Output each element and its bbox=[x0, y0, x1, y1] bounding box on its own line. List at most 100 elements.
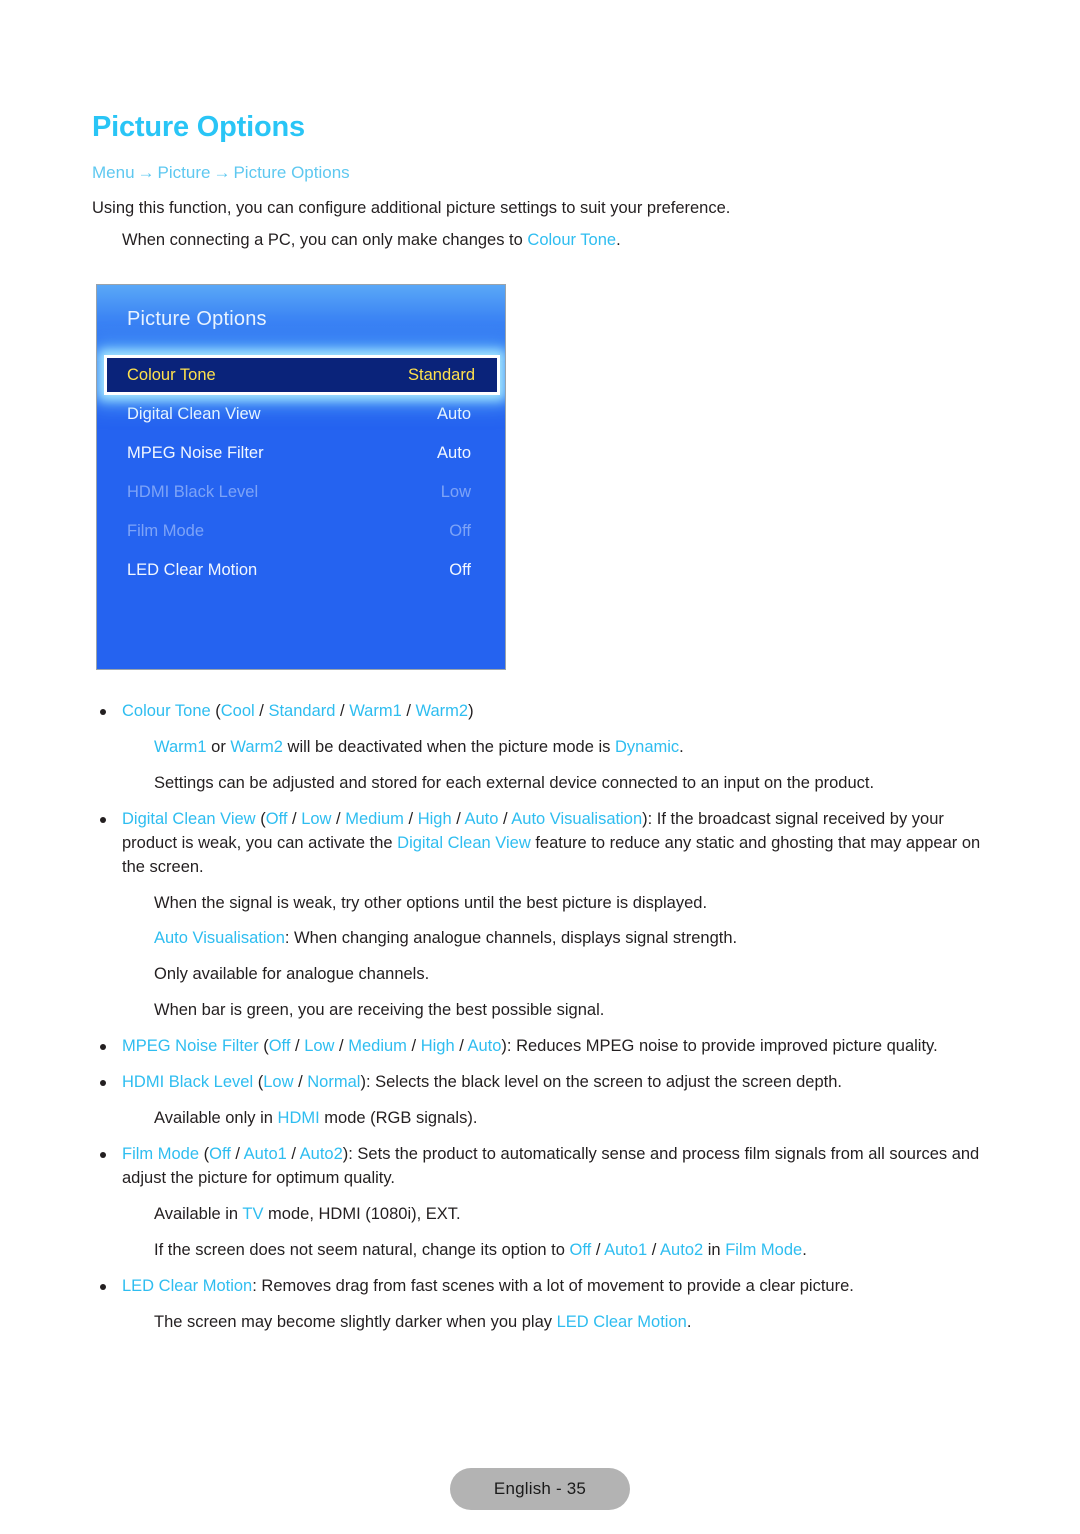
osd-header-title: Picture Options bbox=[127, 308, 267, 330]
option-auto-visualisation: Auto Visualisation bbox=[511, 809, 643, 828]
breadcrumb-item-picture-options[interactable]: Picture Options bbox=[233, 163, 349, 182]
option-off: Off bbox=[268, 1037, 291, 1056]
intro-paragraph: Using this function, you can configure a… bbox=[92, 199, 731, 217]
option-medium: Medium bbox=[345, 809, 404, 828]
osd-row-mpeg-noise-filter[interactable]: MPEG Noise Filter Auto bbox=[97, 434, 505, 473]
note-period: . bbox=[686, 1312, 692, 1331]
desc-text: : Removes drag from fast scenes with a l… bbox=[252, 1276, 854, 1295]
osd-row-digital-clean-view[interactable]: Digital Clean View Auto bbox=[97, 395, 505, 434]
bullet-dot-icon bbox=[100, 1283, 106, 1290]
footer: English - 35 bbox=[0, 1468, 1080, 1510]
note-text: If the screen does not seem natural, cha… bbox=[154, 1240, 570, 1259]
osd-row-value: Off bbox=[449, 522, 471, 540]
osd-row-label: Digital Clean View bbox=[127, 405, 261, 423]
manual-page: Picture Options Menu → Picture → Picture Opt… bbox=[0, 0, 1080, 1534]
note-text: mode (RGB signals). bbox=[319, 1109, 478, 1128]
intro-note-period: . bbox=[616, 231, 621, 249]
breadcrumb-item-picture[interactable]: Picture bbox=[158, 163, 211, 182]
option-normal: Normal bbox=[307, 1073, 361, 1092]
option-off: Off bbox=[569, 1240, 592, 1259]
intro-note-link-colour-tone: Colour Tone bbox=[527, 231, 617, 249]
note-text: mode, HDMI (1080i), EXT. bbox=[263, 1204, 461, 1223]
option-auto: Auto bbox=[467, 1037, 502, 1056]
bullet-dot-icon bbox=[100, 1080, 106, 1087]
option-dynamic: Dynamic bbox=[614, 737, 680, 756]
option-low: Low bbox=[304, 1037, 335, 1056]
option-standard: Standard bbox=[268, 702, 336, 720]
bullet-led-clear-motion: LED Clear Motion: Removes drag from fast… bbox=[92, 1275, 992, 1299]
page-title: Picture Options bbox=[92, 111, 305, 143]
note-text: in bbox=[703, 1240, 726, 1259]
osd-row-label: HDMI Black Level bbox=[127, 483, 259, 501]
note-hdmi-black-level: Available only in HDMI mode (RGB signals… bbox=[92, 1107, 992, 1131]
osd-row-film-mode: Film Mode Off bbox=[97, 512, 505, 551]
mode-link-tv: TV bbox=[242, 1204, 264, 1223]
option-auto1: Auto1 bbox=[243, 1144, 287, 1163]
option-warm2: Warm2 bbox=[230, 737, 283, 756]
option-auto1: Auto1 bbox=[604, 1240, 648, 1259]
osd-row-value: Auto bbox=[437, 405, 471, 423]
note-film-mode-1: Available in TV mode, HDMI (1080i), EXT. bbox=[92, 1203, 992, 1227]
bullet-colour-tone: Colour Tone (Cool / Standard / Warm1 / W… bbox=[92, 700, 992, 724]
note-auto-visualisation-1: Only available for analogue channels. bbox=[154, 965, 430, 984]
note-auto-visualisation-2: When bar is green, you are receiving the… bbox=[154, 1001, 605, 1020]
note-colour-tone-2: Settings can be adjusted and stored for … bbox=[154, 773, 875, 792]
option-off: Off bbox=[209, 1144, 231, 1163]
osd-header: Picture Options bbox=[97, 285, 505, 361]
option-low: Low bbox=[301, 809, 332, 828]
desc-text: ): Selects the black level on the screen… bbox=[360, 1073, 842, 1092]
osd-row-led-clear-motion[interactable]: LED Clear Motion Off bbox=[97, 551, 505, 590]
mode-link-hdmi: HDMI bbox=[277, 1109, 320, 1128]
note-period: . bbox=[802, 1240, 807, 1259]
breadcrumb-item-menu[interactable]: Menu bbox=[92, 163, 135, 182]
osd-row-value: Off bbox=[449, 561, 471, 579]
feature-link-led-clear-motion: LED Clear Motion bbox=[556, 1312, 687, 1331]
osd-row-label: Colour Tone bbox=[127, 365, 216, 384]
note-text: The screen may become slightly darker wh… bbox=[154, 1312, 557, 1331]
feature-link-film-mode: Film Mode bbox=[725, 1240, 803, 1259]
bullet-digital-clean-view: Digital Clean View (Off / Low / Medium /… bbox=[92, 808, 992, 880]
note-period: . bbox=[679, 737, 684, 756]
bullet-film-mode: Film Mode (Off / Auto1 / Auto2): Sets th… bbox=[92, 1143, 992, 1191]
option-auto2: Auto2 bbox=[299, 1144, 343, 1163]
option-warm1: Warm1 bbox=[349, 702, 402, 720]
feature-name: MPEG Noise Filter bbox=[122, 1037, 259, 1056]
osd-row-colour-tone[interactable]: Colour Tone Standard bbox=[104, 355, 500, 395]
feature-name: HDMI Black Level bbox=[122, 1073, 254, 1092]
breadcrumb-arrow-icon: → bbox=[213, 163, 231, 182]
option-warm1: Warm1 bbox=[154, 737, 207, 756]
option-off: Off bbox=[265, 809, 288, 828]
note-text: will be deactivated when the picture mod… bbox=[282, 737, 615, 756]
osd-row-label: Film Mode bbox=[127, 522, 205, 540]
feature-name: Digital Clean View bbox=[122, 809, 256, 828]
intro-note-text: When connecting a PC, you can only make … bbox=[122, 231, 528, 249]
option-low: Low bbox=[263, 1073, 294, 1092]
desc-text: ): Reduces MPEG noise to provide improve… bbox=[501, 1037, 938, 1056]
feature-link-digital-clean-view: Digital Clean View bbox=[397, 833, 531, 852]
bullet-dot-icon bbox=[100, 709, 106, 715]
feature-descriptions: Colour Tone (Cool / Standard / Warm1 / W… bbox=[92, 700, 992, 1347]
option-warm2: Warm2 bbox=[415, 702, 469, 720]
feature-name: Film Mode bbox=[122, 1144, 200, 1163]
option-auto: Auto bbox=[464, 809, 499, 828]
osd-selected-row-wrapper: Colour Tone Standard bbox=[97, 355, 505, 395]
option-auto2: Auto2 bbox=[660, 1240, 704, 1259]
bullet-hdmi-black-level: HDMI Black Level (Low / Normal): Selects… bbox=[92, 1071, 992, 1095]
breadcrumb: Menu → Picture → Picture Options bbox=[92, 163, 350, 183]
option-cool: Cool bbox=[220, 702, 255, 720]
option-high: High bbox=[420, 1037, 455, 1056]
feature-name: Colour Tone bbox=[122, 702, 211, 720]
bullet-dot-icon bbox=[100, 816, 106, 823]
bullet-dot-icon bbox=[100, 1044, 106, 1051]
osd-row-value: Standard bbox=[408, 365, 475, 384]
osd-row-label: MPEG Noise Filter bbox=[127, 444, 264, 462]
desc-text: : When changing analogue channels, displ… bbox=[284, 929, 738, 948]
note-text: or bbox=[206, 737, 231, 756]
osd-row-label: LED Clear Motion bbox=[127, 561, 258, 579]
note-auto-visualisation: Auto Visualisation: When changing analog… bbox=[92, 927, 992, 951]
note-text: Available in bbox=[154, 1204, 243, 1223]
breadcrumb-arrow-icon: → bbox=[137, 163, 155, 182]
note-text: Available only in bbox=[154, 1109, 278, 1128]
feature-name: LED Clear Motion bbox=[122, 1276, 253, 1295]
feature-link-auto-visualisation: Auto Visualisation bbox=[154, 929, 285, 948]
